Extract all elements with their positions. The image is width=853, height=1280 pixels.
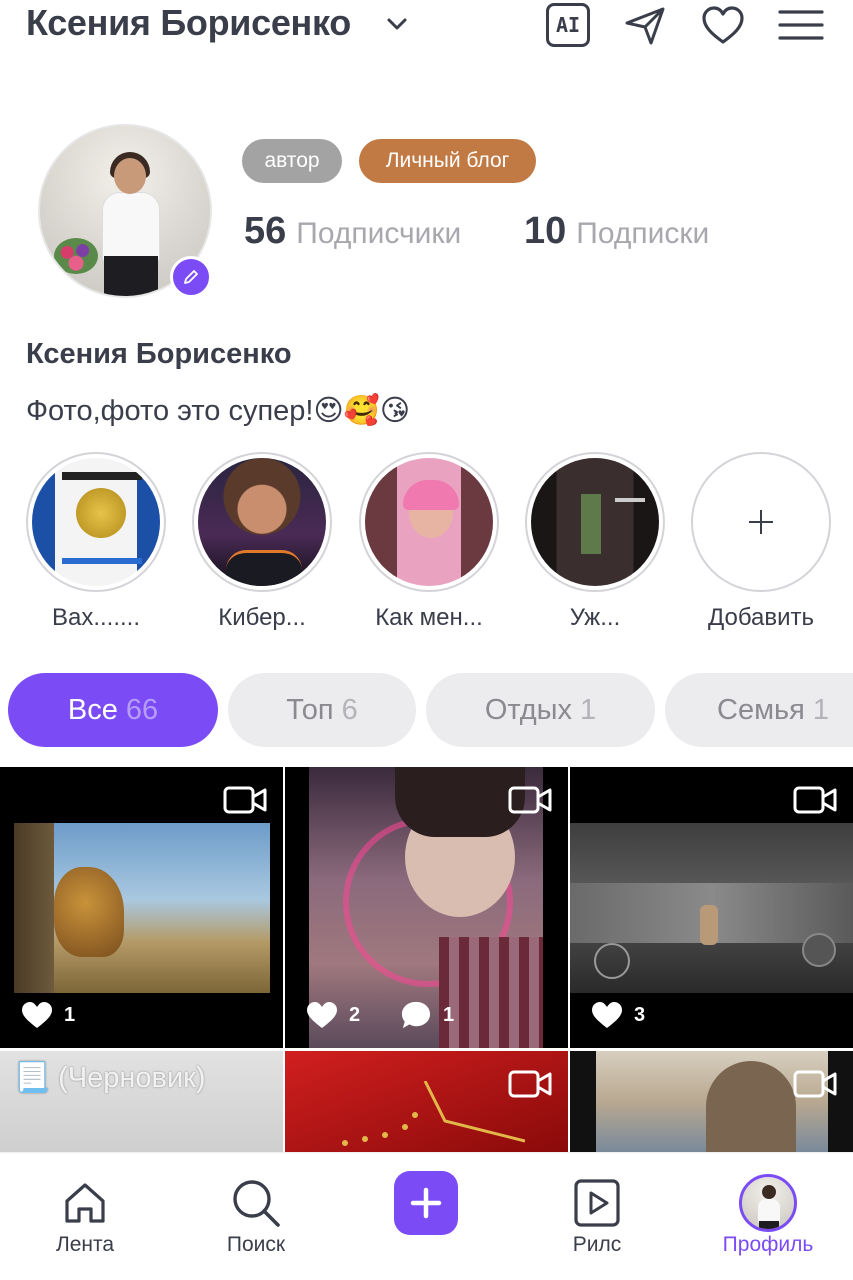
plus-icon	[410, 1187, 442, 1219]
followers-stat[interactable]: 56 Подписчики	[244, 210, 461, 253]
top-bar: Ксения Борисенко AI	[0, 0, 853, 56]
heart-icon	[307, 1002, 337, 1028]
create-post-button[interactable]	[366, 1171, 486, 1235]
like-count: 1	[64, 1003, 76, 1026]
draft-tile[interactable]: 📃 (Черновик)	[0, 1051, 283, 1152]
chip-family[interactable]: Семья 1	[665, 673, 853, 747]
chip-top[interactable]: Топ 6	[228, 673, 416, 747]
profile-avatar[interactable]	[38, 124, 212, 298]
bottom-navigation: Лента Поиск Рилс Профиль	[0, 1152, 853, 1280]
profile-display-name: Ксения Борисенко	[26, 338, 292, 370]
highlight-label: Вах.......	[51, 604, 141, 631]
heart-icon	[22, 1002, 52, 1028]
followers-count: 56	[244, 210, 287, 252]
tag-author[interactable]: автор	[242, 139, 342, 183]
play-icon	[574, 1179, 620, 1227]
chip-all[interactable]: Все 66	[8, 673, 218, 747]
draft-label: 📃 (Черновик)	[14, 1062, 206, 1094]
highlight-item[interactable]: Кибер...	[192, 452, 332, 632]
comment-count: 1	[443, 1003, 455, 1026]
nav-feed[interactable]: Лента	[25, 1175, 145, 1257]
highlight-item[interactable]: Уж...	[525, 452, 665, 632]
home-icon	[65, 1183, 105, 1223]
video-icon	[223, 786, 267, 814]
following-count: 10	[524, 210, 567, 252]
chip-rest[interactable]: Отдых 1	[426, 673, 655, 747]
post-tile[interactable]: 3	[570, 767, 853, 1048]
profile-switcher-name[interactable]: Ксения Борисенко	[26, 2, 351, 44]
highlight-label: Уж...	[569, 604, 621, 631]
comment-icon	[401, 1001, 431, 1029]
send-button[interactable]	[620, 0, 670, 50]
heart-outline-icon	[702, 6, 744, 44]
edit-avatar-button[interactable]	[170, 256, 212, 298]
tag-personal-blog[interactable]: Личный блог	[359, 139, 536, 183]
profile-bio: Фото,фото это супер!😍🥰😘	[26, 395, 411, 427]
post-tile[interactable]	[570, 1051, 853, 1152]
add-highlight-button[interactable]: Добавить	[691, 452, 831, 632]
chevron-down-icon[interactable]	[386, 14, 408, 34]
add-highlight-label: Добавить	[707, 604, 815, 631]
favorites-button[interactable]	[698, 0, 748, 50]
like-count: 2	[349, 1003, 361, 1026]
highlight-item[interactable]: Вах.......	[26, 452, 166, 632]
video-icon	[508, 786, 552, 814]
nav-profile[interactable]: Профиль	[708, 1174, 828, 1257]
video-icon	[508, 1070, 552, 1098]
post-tile[interactable]: 1	[0, 767, 283, 1048]
video-icon	[793, 786, 837, 814]
following-label: Подписки	[576, 217, 710, 250]
pencil-icon	[184, 270, 198, 284]
paper-plane-icon	[625, 7, 665, 45]
heart-icon	[592, 1002, 622, 1028]
highlight-label: Как мен...	[375, 604, 483, 631]
highlight-label: Кибер...	[218, 604, 306, 631]
following-stat[interactable]: 10 Подписки	[524, 210, 709, 253]
ai-button[interactable]: AI	[543, 0, 593, 50]
followers-label: Подписчики	[296, 217, 462, 250]
nav-reels[interactable]: Рилс	[537, 1175, 657, 1257]
search-icon	[233, 1180, 280, 1227]
post-tile[interactable]	[285, 1051, 568, 1152]
video-icon	[793, 1070, 837, 1098]
nav-search[interactable]: Поиск	[196, 1175, 316, 1257]
plus-icon	[691, 452, 831, 592]
like-count: 3	[634, 1003, 646, 1026]
menu-button[interactable]	[776, 0, 826, 50]
post-tile[interactable]: 2 1	[285, 767, 568, 1048]
ai-icon: AI	[546, 3, 590, 47]
highlight-item[interactable]: Как мен...	[359, 452, 499, 632]
profile-avatar-icon	[739, 1174, 797, 1232]
hamburger-menu-icon	[778, 10, 824, 40]
